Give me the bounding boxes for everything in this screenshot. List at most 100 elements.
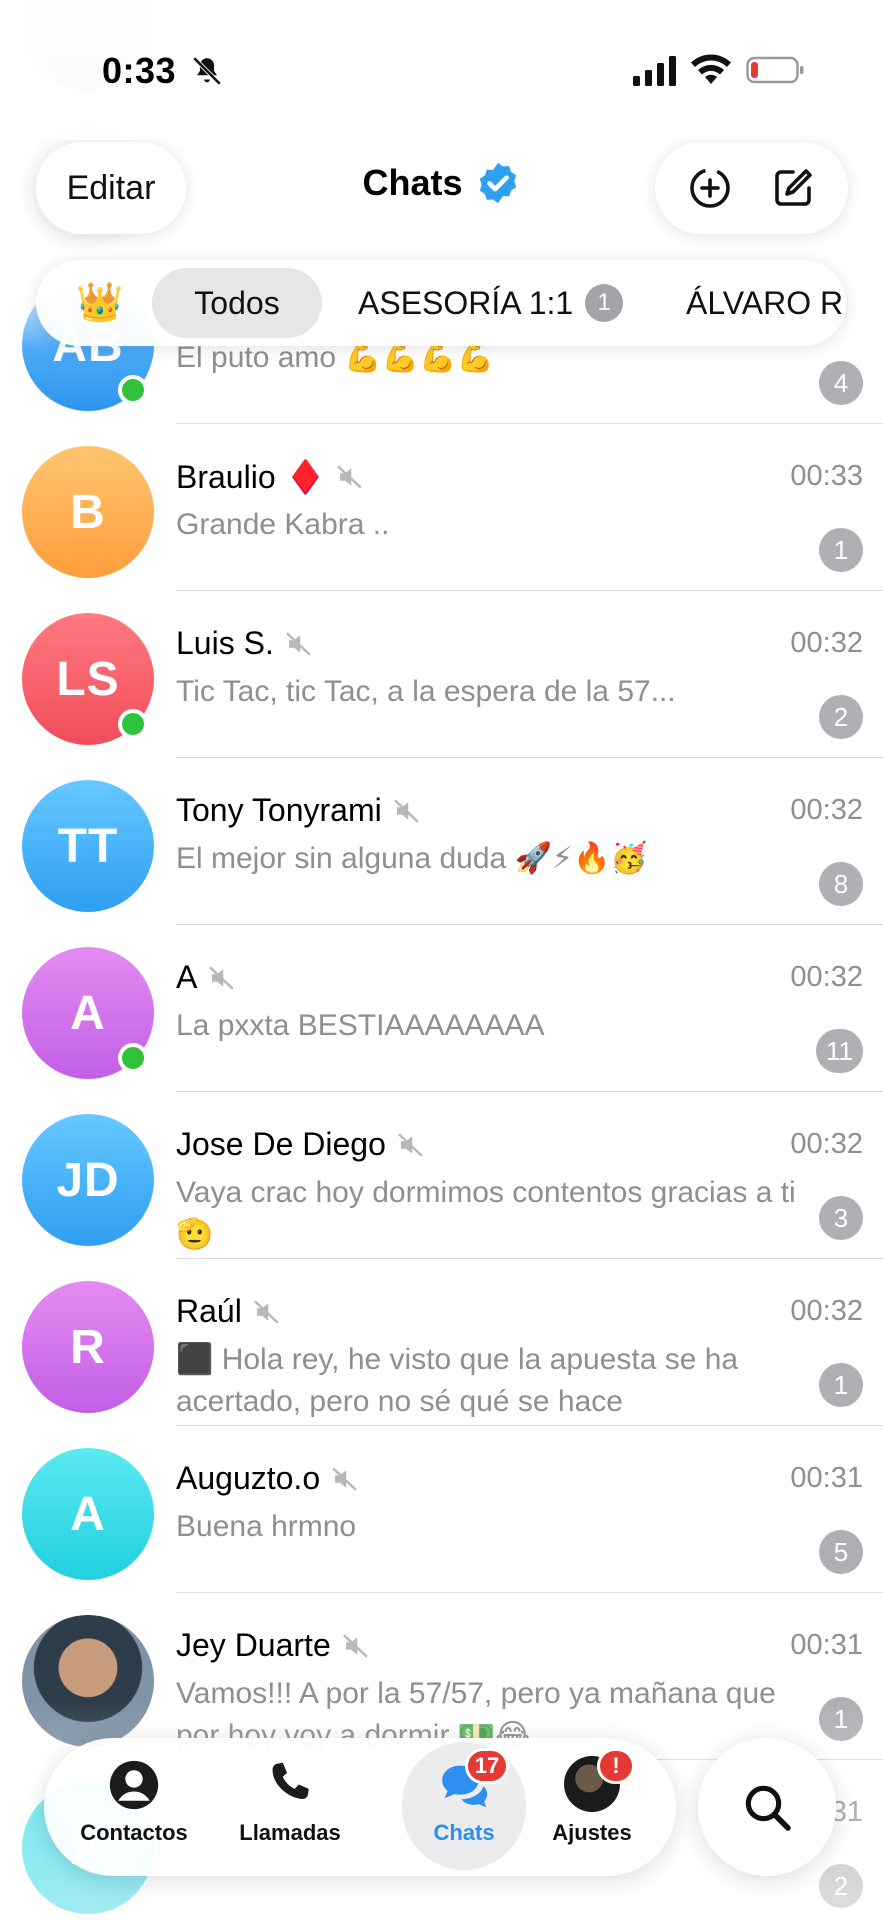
tab-settings[interactable]: ! Ajustes (522, 1748, 662, 1860)
chat-name: Jose De Diego (176, 1126, 386, 1162)
folder-tab-alvaro[interactable]: ÁLVARO R (686, 268, 843, 338)
folder-tab-crown[interactable]: 👑 (76, 278, 123, 328)
chat-row[interactable]: JD Jose De Diego 00:32 Vaya crac hoy dormim… (0, 1092, 883, 1259)
tab-contacts[interactable]: Contactos (64, 1756, 204, 1860)
muted-icon (337, 465, 362, 489)
unread-count-badge: 11 (816, 1029, 863, 1073)
chat-time: 00:32 (790, 1295, 863, 1327)
folder-tabs: 👑 Todos ASESORÍA 1:1 1 ÁLVARO R (36, 260, 846, 346)
unread-count-badge: 5 (819, 1530, 863, 1574)
chat-avatar: B (22, 446, 154, 578)
muted-icon (332, 1467, 357, 1490)
chat-name-group: Luis S. (176, 625, 314, 662)
chat-preview: El mejor sin alguna duda 🚀⚡🔥🥳 (176, 842, 648, 875)
avatar-initials: A (70, 986, 106, 1040)
muted-icon (394, 799, 418, 822)
chat-preview: Buena hrmno (176, 1510, 357, 1543)
unread-count-badge: 3 (819, 1196, 863, 1240)
chat-row[interactable]: R Raúl 00:32 ⬛ Hola rey, he visto que la ap… (0, 1259, 883, 1426)
tab-chats-label: Chats (433, 1820, 495, 1845)
chat-row[interactable]: A Auguzto.o 00:31 Buena hrmno 5 (0, 1426, 883, 1593)
chat-name: Braulio (176, 458, 276, 495)
chat-row[interactable]: LS Luis S. 00:32 Tic Tac, tic Tac, a la esp… (0, 591, 883, 758)
chat-name-group: Braulio ♦️ (176, 458, 365, 496)
status-time: 0:33 (102, 50, 177, 91)
bottom-tab-bar: Contactos Llamadas 17 Chats ! Ajustes (44, 1738, 676, 1876)
chat-time: 00:31 (790, 1462, 863, 1494)
status-bar: 0:33 (0, 0, 883, 140)
phone-icon-wrap (261, 1756, 319, 1814)
folder-tab-label: ASESORÍA 1:1 (358, 284, 574, 321)
cellular-signal-icon (633, 56, 676, 86)
muted-icon (286, 632, 311, 655)
chat-name-emoji: ♦️ (285, 459, 326, 495)
chat-time: 00:32 (790, 1128, 863, 1160)
bell-off-icon (192, 56, 222, 86)
folder-unread-badge: 1 (585, 284, 624, 322)
avatar-initials: A (70, 1487, 106, 1541)
chat-avatar: R (22, 1281, 154, 1413)
avatar-initials: R (70, 1320, 106, 1374)
chat-time: 00:32 (790, 794, 863, 826)
online-indicator (118, 375, 148, 405)
unread-count-badge: 1 (819, 1363, 863, 1407)
chat-preview: Grande Kabra .. (176, 508, 390, 541)
chat-name-group: Jey Duarte (176, 1627, 371, 1664)
settings-avatar-wrap: ! (563, 1748, 635, 1814)
muted-icon (254, 1300, 279, 1323)
chat-row[interactable]: B Braulio ♦️ 00:33 Grande Kabra .. 1 (0, 424, 883, 591)
chat-name: Auguzto.o (176, 1460, 321, 1496)
search-icon (745, 1785, 791, 1831)
compose-icon[interactable] (769, 164, 817, 212)
chat-time: 00:32 (790, 627, 863, 659)
chat-name: Luis S. (176, 625, 274, 661)
chat-avatar: A (22, 1448, 154, 1580)
muted-icon (398, 1133, 423, 1156)
chat-name: Raúl (176, 1293, 242, 1329)
folder-tab-asesoria[interactable]: ASESORÍA 1:1 1 (358, 268, 624, 338)
chat-name: A (176, 959, 198, 995)
avatar-initials: TT (57, 819, 119, 873)
chat-name: Jey Duarte (176, 1627, 331, 1663)
avatar-initials: B (70, 485, 106, 539)
tab-settings-label: Ajustes (552, 1820, 632, 1845)
tab-chats[interactable]: 17 Chats (394, 1748, 534, 1860)
settings-alert-badge: ! (597, 1748, 635, 1784)
battery-low-icon (746, 56, 804, 84)
chat-name-group: Jose De Diego (176, 1126, 426, 1163)
unread-count-badge: 8 (819, 862, 863, 906)
chat-avatar: JD (22, 1114, 154, 1246)
online-indicator (118, 1043, 148, 1073)
tab-contacts-label: Contactos (80, 1820, 188, 1845)
chat-row[interactable]: TT Tony Tonyrami 00:32 El mejor sin alguna … (0, 758, 883, 925)
page-title: Chats (362, 162, 463, 203)
wifi-icon (691, 54, 731, 84)
avatar-initials: JD (56, 1153, 120, 1207)
verified-badge-icon (479, 162, 516, 204)
chat-name-group: Tony Tonyrami (176, 792, 422, 829)
chat-time: 00:33 (790, 460, 863, 492)
chats-unread-badge: 17 (465, 1748, 509, 1784)
chat-preview: ⬛ Hola rey, he visto que la apuesta se h… (176, 1343, 739, 1418)
unread-count-badge: 2 (819, 695, 863, 739)
tab-calls[interactable]: Llamadas (220, 1756, 360, 1860)
chat-name-group: A (176, 959, 237, 996)
chat-preview: Vaya crac hoy dormimos contentos gracias… (176, 1176, 796, 1251)
folder-tab-todos[interactable]: Todos (152, 268, 322, 338)
unread-count-badge: 4 (819, 361, 863, 405)
chat-name-group: Raúl (176, 1293, 282, 1330)
new-story-icon[interactable] (686, 164, 734, 212)
chat-name-group: Auguzto.o (176, 1460, 360, 1497)
page-title-group: Chats (362, 160, 520, 206)
chat-avatar: TT (22, 780, 154, 912)
muted-icon (209, 966, 234, 989)
chat-name: Tony Tonyrami (176, 792, 382, 828)
chat-row[interactable]: A A 00:32 La pxxta BESTIAAAAAAAA 11 (0, 925, 883, 1092)
header-actions (655, 142, 848, 234)
chat-preview: La pxxta BESTIAAAAAAAA (176, 1009, 545, 1042)
chat-time: 00:32 (790, 961, 863, 993)
chats-icon-wrap: 17 (435, 1748, 509, 1814)
search-button[interactable] (698, 1738, 836, 1876)
online-indicator (118, 709, 148, 739)
unread-count-badge: 1 (819, 528, 863, 572)
